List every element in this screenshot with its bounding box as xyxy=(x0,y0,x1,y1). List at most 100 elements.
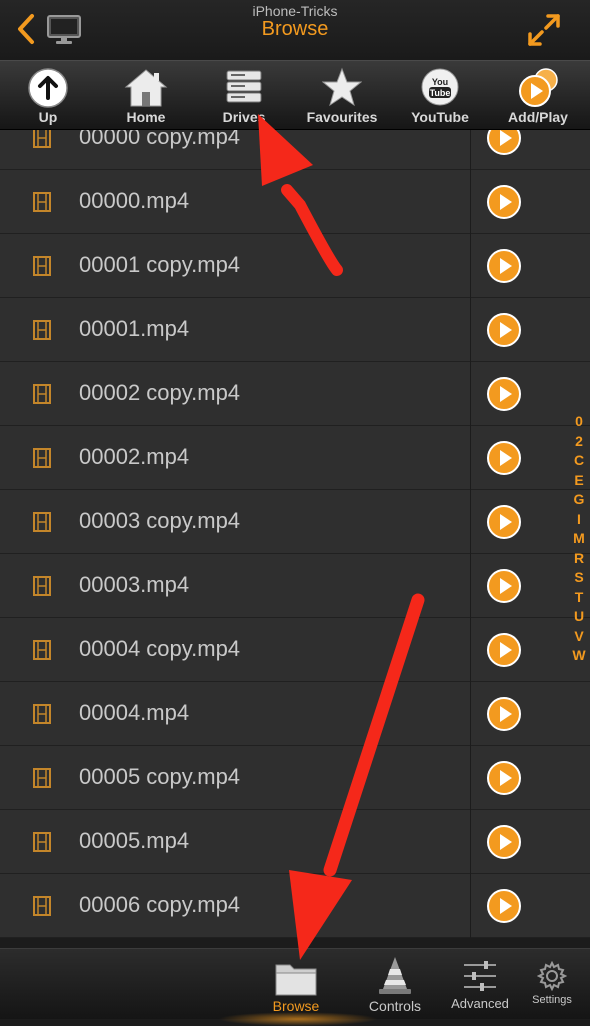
row-divider xyxy=(470,298,471,362)
tab-advanced[interactable]: Advanced xyxy=(444,949,516,1019)
toolbar-drives-button[interactable]: Drives xyxy=(196,61,292,129)
svg-text:You: You xyxy=(432,77,448,87)
file-row[interactable]: 00001 copy.mp4 xyxy=(0,234,590,298)
play-button[interactable] xyxy=(487,377,521,411)
tab-settings-label: Settings xyxy=(532,994,572,1006)
toolbar-up-button[interactable]: Up xyxy=(0,61,96,129)
row-divider xyxy=(470,234,471,298)
play-button[interactable] xyxy=(487,505,521,539)
file-name: 00005.mp4 xyxy=(79,828,190,853)
toolbar-up-label: Up xyxy=(38,109,58,125)
add-play-icon xyxy=(519,68,558,107)
folder-icon xyxy=(275,964,317,996)
index-letter[interactable]: T xyxy=(568,588,590,608)
toolbar-drives-label: Drives xyxy=(222,109,266,125)
index-letter[interactable]: V xyxy=(568,627,590,647)
index-letter[interactable]: E xyxy=(568,471,590,491)
file-row[interactable]: 00003.mp4 xyxy=(0,554,590,618)
play-button[interactable] xyxy=(487,249,521,283)
play-button[interactable] xyxy=(487,761,521,795)
row-divider xyxy=(470,810,471,874)
play-button[interactable] xyxy=(487,185,521,219)
file-row[interactable]: 00000.mp4 xyxy=(0,170,590,234)
film-icon xyxy=(33,448,51,468)
file-row[interactable]: 00005.mp4 xyxy=(0,810,590,874)
tab-controls-label: Controls xyxy=(368,998,422,1014)
file-row[interactable]: 00004.mp4 xyxy=(0,682,590,746)
play-button[interactable] xyxy=(487,441,521,475)
home-icon xyxy=(124,69,168,107)
index-letter[interactable]: I xyxy=(568,510,590,530)
expand-icon xyxy=(528,14,560,46)
file-name: 00000.mp4 xyxy=(79,188,190,213)
row-divider xyxy=(470,426,471,490)
film-icon xyxy=(33,128,51,148)
header-bar: iPhone-Tricks Browse xyxy=(0,0,590,60)
tab-advanced-label: Advanced xyxy=(451,996,509,1011)
file-name: 00005 copy.mp4 xyxy=(79,764,241,789)
file-row[interactable]: 00002.mp4 xyxy=(0,426,590,490)
tab-browse[interactable]: Browse xyxy=(252,949,340,1019)
tab-bar: Browse Controls Advanced Settings xyxy=(0,948,590,1019)
index-letter[interactable]: S xyxy=(568,568,590,588)
toolbar-home-button[interactable]: Home xyxy=(98,61,194,129)
toolbar-youtube-button[interactable]: You Tube YouTube xyxy=(392,61,488,129)
index-letter[interactable]: 0 xyxy=(568,412,590,432)
film-icon xyxy=(33,384,51,404)
sliders-icon xyxy=(464,961,496,991)
play-button[interactable] xyxy=(487,569,521,603)
file-name: 00002 copy.mp4 xyxy=(79,380,241,405)
index-letter[interactable]: C xyxy=(568,451,590,471)
film-icon xyxy=(33,640,51,660)
index-letter[interactable]: G xyxy=(568,490,590,510)
toolbar-addplay-button[interactable]: Add/Play xyxy=(490,61,586,129)
file-name: 00001 copy.mp4 xyxy=(79,252,241,277)
alphabet-index[interactable]: 02CEGIMRSTUVW xyxy=(568,412,590,666)
index-letter[interactable]: U xyxy=(568,607,590,627)
active-tab-glow xyxy=(218,1012,378,1026)
index-letter[interactable]: M xyxy=(568,529,590,549)
page-title: Browse xyxy=(261,18,329,40)
file-list[interactable]: 00000 copy.mp4 00000.mp4 00001 copy.mp4 000… xyxy=(0,106,590,948)
row-divider xyxy=(470,618,471,682)
play-button[interactable] xyxy=(487,825,521,859)
row-divider xyxy=(470,554,471,618)
film-icon xyxy=(33,768,51,788)
toolbar-favourites-label: Favourites xyxy=(306,109,378,125)
play-button[interactable] xyxy=(487,889,521,923)
film-icon xyxy=(33,256,51,276)
tab-controls[interactable]: Controls xyxy=(352,949,438,1019)
film-icon xyxy=(33,704,51,724)
play-button[interactable] xyxy=(487,697,521,731)
row-divider xyxy=(470,362,471,426)
fullscreen-button[interactable] xyxy=(524,10,564,50)
file-row[interactable]: 00004 copy.mp4 xyxy=(0,618,590,682)
play-button[interactable] xyxy=(487,313,521,347)
index-letter[interactable]: 2 xyxy=(568,432,590,452)
film-icon xyxy=(33,320,51,340)
row-divider xyxy=(470,682,471,746)
index-letter[interactable]: W xyxy=(568,646,590,666)
film-icon xyxy=(33,832,51,852)
file-name: 00003.mp4 xyxy=(79,572,190,597)
index-letter[interactable]: R xyxy=(568,549,590,569)
file-name: 00002.mp4 xyxy=(79,444,190,469)
row-divider xyxy=(470,490,471,554)
up-arrow-icon xyxy=(28,68,68,108)
server-name: iPhone-Tricks xyxy=(252,3,338,19)
toolbar-youtube-label: YouTube xyxy=(411,109,469,125)
toolbar-favourites-button[interactable]: Favourites xyxy=(294,61,390,129)
file-row[interactable]: 00005 copy.mp4 xyxy=(0,746,590,810)
star-icon xyxy=(322,67,362,107)
file-row[interactable]: 00002 copy.mp4 xyxy=(0,362,590,426)
film-icon xyxy=(33,896,51,916)
file-row[interactable]: 00003 copy.mp4 xyxy=(0,490,590,554)
file-row[interactable]: 00001.mp4 xyxy=(0,298,590,362)
file-name: 00001.mp4 xyxy=(79,316,190,341)
row-divider xyxy=(470,874,471,938)
svg-text:Tube: Tube xyxy=(430,88,451,98)
file-row[interactable]: 00006 copy.mp4 xyxy=(0,874,590,938)
tab-settings[interactable]: Settings xyxy=(522,949,582,1019)
film-icon xyxy=(33,576,51,596)
play-button[interactable] xyxy=(487,633,521,667)
